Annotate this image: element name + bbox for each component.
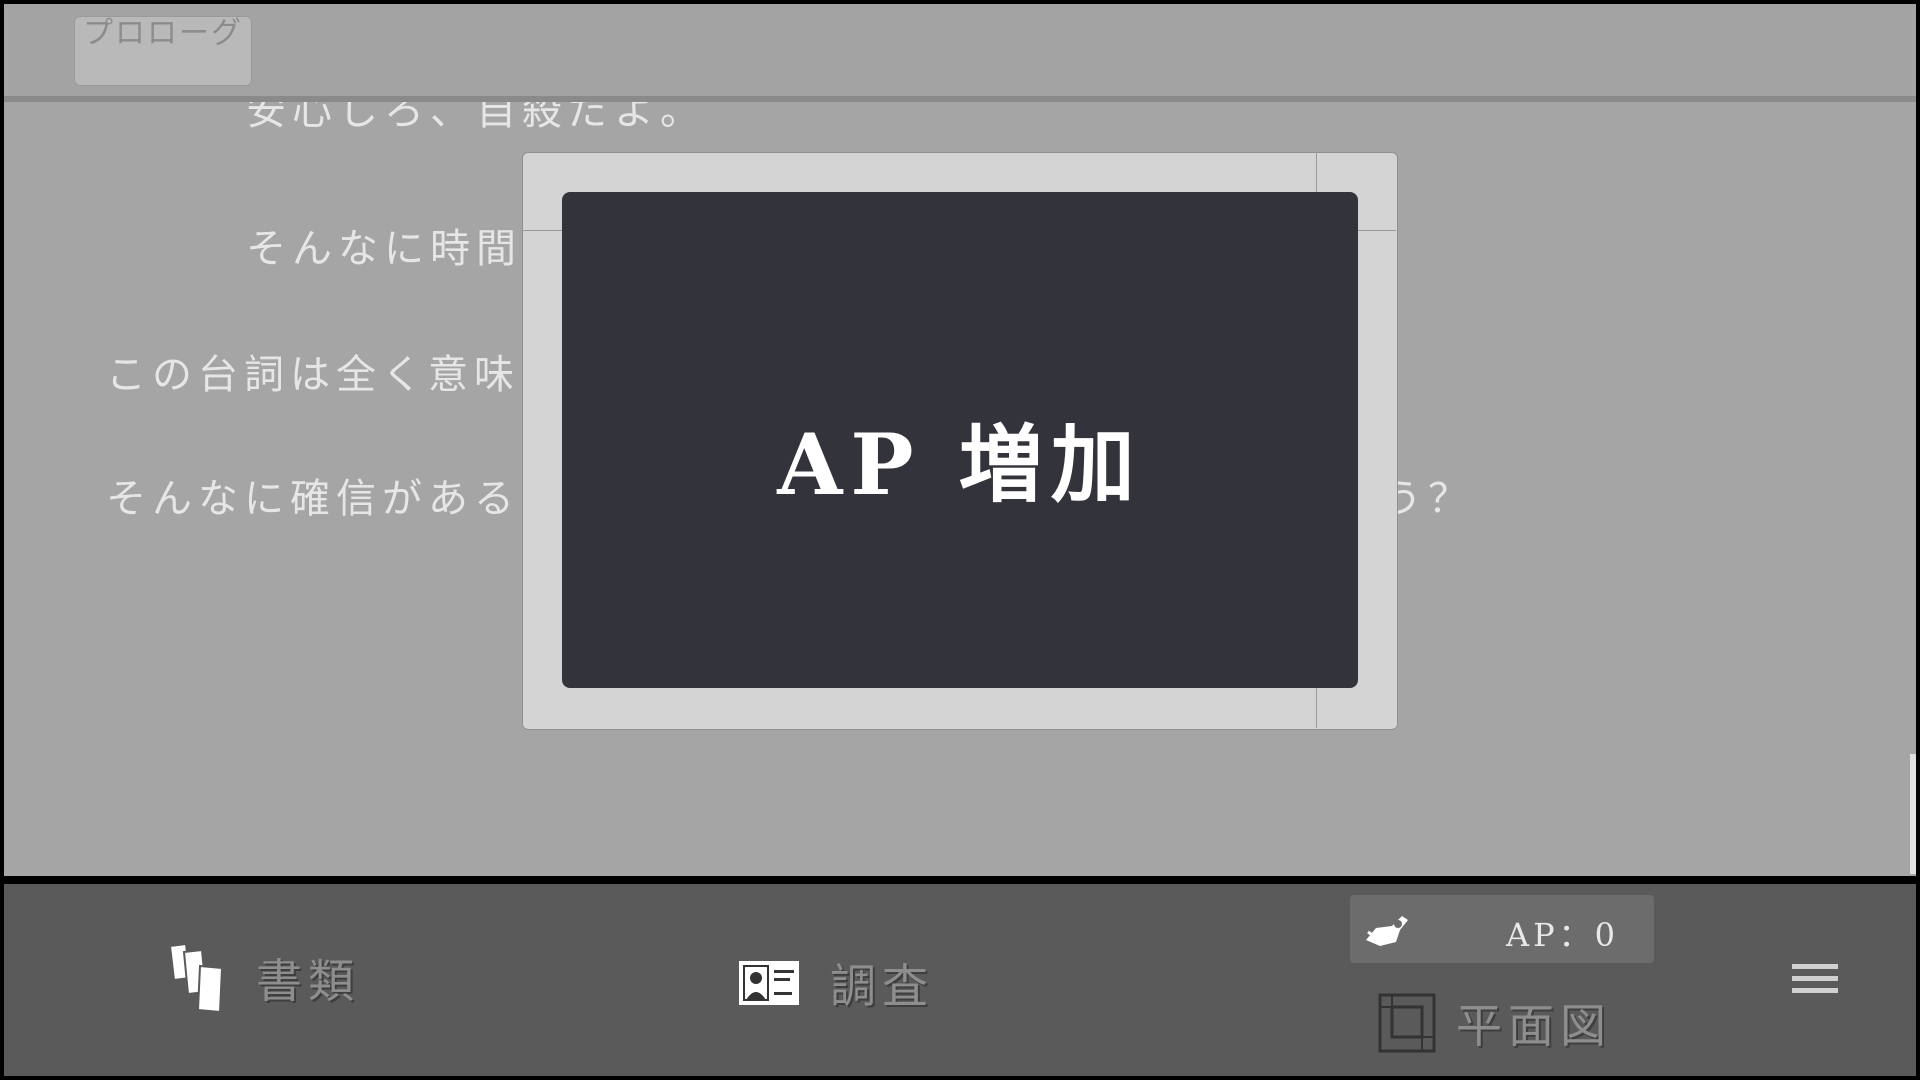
documents-icon	[168, 942, 224, 1014]
ap-icon	[1366, 916, 1408, 946]
documents-label: 書類	[256, 954, 360, 1008]
scrollbar[interactable]	[1910, 754, 1916, 874]
modal-title: AP 増加	[777, 415, 1143, 514]
ap-value: AP：0	[1506, 916, 1620, 954]
investigate-label: 調査	[830, 959, 934, 1013]
story-line: この台詞は全く意味	[106, 352, 520, 398]
chapter-button[interactable]: プロローグ	[74, 16, 252, 86]
floorplan-label: 平面図	[1456, 999, 1612, 1053]
story-line: そんなに確信がある	[106, 476, 520, 522]
investigate-icon	[737, 959, 801, 1007]
ap-increase-modal[interactable]: AP 増加	[562, 192, 1358, 688]
chapter-label: プロローグ	[83, 16, 243, 51]
menu-icon[interactable]	[1792, 964, 1838, 996]
story-line: そんなに時間	[246, 226, 522, 272]
investigate-button[interactable]: 調査	[736, 950, 934, 1016]
story-line: 安心しろ、自殺だよ。	[246, 102, 706, 134]
floorplan-icon	[1378, 993, 1436, 1053]
documents-button[interactable]: 書類	[166, 942, 360, 1014]
floorplan-button[interactable]: 平面図	[1378, 990, 1612, 1056]
header-bar	[4, 4, 1916, 96]
